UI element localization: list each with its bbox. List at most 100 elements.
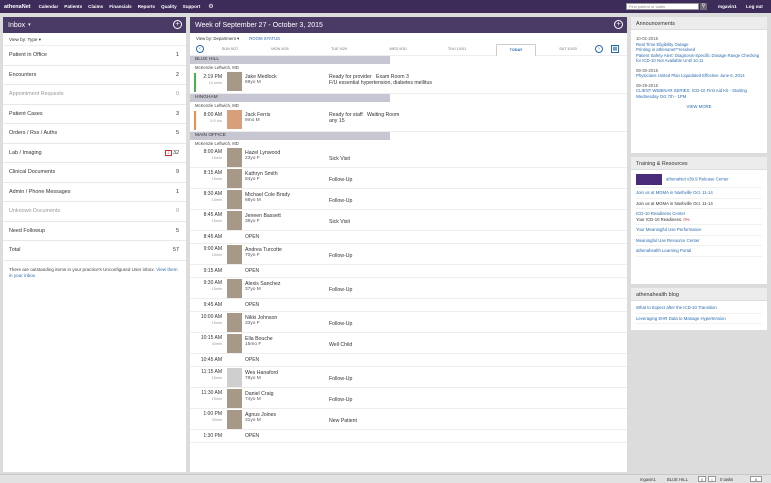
inbox-row-lab-imaging[interactable]: Lab / Imaging 2 32 xyxy=(3,144,186,163)
inbox-row-count: 57 xyxy=(173,247,179,254)
day-wed[interactable]: WED 9/30 xyxy=(378,47,418,51)
day-sat[interactable]: SAT 10/03 xyxy=(548,47,588,51)
open-slot[interactable]: 9:45 AM OPEN xyxy=(190,299,627,312)
appointment-row[interactable]: 9:30 AM 15min Alexis Sanchez 37yo M Follow… xyxy=(190,278,627,299)
appointment-row[interactable]: 10:00 AM 15min Nikki Johnson 33yo F Follow… xyxy=(190,312,627,333)
room-status-link[interactable]: ROOM STATUS xyxy=(249,36,280,41)
inbox-row-need-followup[interactable]: Need Followup 5 xyxy=(3,222,186,241)
nav-patients[interactable]: Patients xyxy=(64,4,82,9)
patient-photo xyxy=(227,190,242,209)
inbox-row-label: Appointment Requests xyxy=(9,91,64,98)
appointment-row[interactable]: 2:19 PM 14 mins Jake Medlock 69yo M Ready … xyxy=(190,71,627,94)
patient-age: 33yo F xyxy=(245,321,260,326)
urgent-flag-badge: 2 xyxy=(165,149,172,156)
day-sun[interactable]: SUN 9/27 xyxy=(210,47,250,51)
visit-type: Sick Visit xyxy=(329,219,350,225)
patient-age: 38yo F xyxy=(245,219,260,224)
icd10-center-link[interactable]: ICD-10 Readiness Center xyxy=(636,211,685,216)
open-slot[interactable]: 8:45 AM OPEN xyxy=(190,231,627,244)
nav-support[interactable]: Support xyxy=(183,4,201,9)
training-panel: Training & Resources athenaNet v39.9 Rel… xyxy=(631,157,767,284)
announcement-link[interactable]: Physicians United Plan Liquidated Effect… xyxy=(636,73,762,79)
training-link[interactable]: Your Meaningful Use Performance xyxy=(636,225,762,236)
department-header: BLUE HILL xyxy=(190,56,390,64)
nav-calendar[interactable]: Calendar xyxy=(39,4,59,9)
open-slot[interactable]: 9:15 AM OPEN xyxy=(190,265,627,278)
day-mon[interactable]: MON 9/28 xyxy=(260,47,300,51)
inbox-row-encounters[interactable]: Encounters 2 xyxy=(3,66,186,85)
day-thu[interactable]: THU 10/01 xyxy=(437,47,477,51)
prev-week-icon[interactable]: ‹ xyxy=(196,45,204,53)
appt-time: 8:45 AM 15min xyxy=(190,210,224,224)
training-link[interactable]: Meaningful Use Resource Center xyxy=(636,236,762,246)
footer-count-badge[interactable]: 0 xyxy=(708,476,716,482)
training-link[interactable]: Join us at MGMA in Nashville Oct. 11-14 xyxy=(636,188,762,199)
inbox-row-count: 2 xyxy=(176,71,179,78)
inbox-view-filter[interactable]: View by: Type ▾ xyxy=(3,33,186,46)
inbox-row-count: 5 xyxy=(176,130,179,137)
blog-link[interactable]: What to Expect after the ICD-10 Transiti… xyxy=(636,303,762,314)
footer-user[interactable]: mgavin1 xyxy=(640,477,656,482)
inbox-row-unknown-documents[interactable]: Unknown Documents 0 xyxy=(3,202,186,222)
nav-quality[interactable]: Quality xyxy=(161,4,177,9)
chevron-down-icon[interactable]: ▾ xyxy=(28,22,31,28)
inbox-row-count: 9 xyxy=(176,169,179,176)
training-item[interactable]: Join us at MGMA in Nashville Oct. 11-14 xyxy=(636,199,762,209)
announcement-link[interactable]: Patient Safety Alert: Diagnosis-Specific… xyxy=(636,53,762,64)
announcement-link[interactable]: CLIENT WEBINAR SERIES: ICD-10 First Aid … xyxy=(636,88,762,99)
appointment-row[interactable]: 9:00 AM 15min Andrea Turcotte 70yo F Follo… xyxy=(190,244,627,265)
calendar-icon[interactable]: ▦ xyxy=(611,45,619,53)
provider-name: McKenzie Leftwich, MD xyxy=(195,103,239,108)
username[interactable]: mgavin1 xyxy=(718,4,737,9)
appointment-row[interactable]: 10:15 AM 30min Ella Bouche 15mo F Well Chi… xyxy=(190,333,627,354)
view-by-department-dropdown[interactable]: View by: Department ▾ xyxy=(196,36,239,41)
footer-tasks[interactable]: 0 tasks xyxy=(720,477,733,482)
inbox-title[interactable]: Inbox xyxy=(8,22,25,29)
logout-link[interactable]: Log out xyxy=(746,4,763,9)
appointment-row[interactable]: 8:45 AM 15min Jeneen Bassett 38yo F Sick V… xyxy=(190,210,627,231)
next-week-icon[interactable]: › xyxy=(595,45,603,53)
view-more-link[interactable]: VIEW MORE xyxy=(631,101,767,112)
open-slot[interactable]: 10:45 AM OPEN xyxy=(190,354,627,367)
footer-department[interactable]: BLUE HILL xyxy=(667,477,688,482)
gear-icon[interactable]: ⚙ xyxy=(208,3,213,10)
inbox-row-admin-phone[interactable]: Admin / Phone Messages 1 xyxy=(3,183,186,202)
day-tue[interactable]: TUE 9/29 xyxy=(319,47,359,51)
inbox-row-appointment-requests[interactable]: Appointment Requests 0 xyxy=(3,85,186,105)
appointment-row[interactable]: 8:00 AM 5.5 hrs Jack Ferris 9mo M Ready fo… xyxy=(190,109,627,132)
department-header: MAIN OFFICE xyxy=(190,132,390,140)
inbox-row-orders[interactable]: Orders / Rxs / Auths 5 xyxy=(3,124,186,144)
brand-logo[interactable]: athenaNet xyxy=(4,4,31,10)
appt-duration: 15min xyxy=(211,218,222,223)
appointment-row[interactable]: 8:15 AM 15min Kathryn Smith 84yo F Follow-… xyxy=(190,168,627,189)
inbox-row-clinical-documents[interactable]: Clinical Documents 9 xyxy=(3,163,186,183)
add-appointment-icon[interactable]: + xyxy=(614,20,623,29)
appt-duration: 15min xyxy=(211,375,222,380)
nav-reports[interactable]: Reports xyxy=(138,4,155,9)
patient-age: 68yo M xyxy=(245,198,261,203)
inbox-row-patient-in-office[interactable]: Patient in Office 1 xyxy=(3,46,186,66)
release-center-label: athenaNet v39.9 Release Center xyxy=(666,176,729,182)
appointment-row[interactable]: 11:15 AM 15min Wes Hanaford 78yo M Follow-… xyxy=(190,367,627,388)
release-center-link[interactable]: athenaNet v39.9 Release Center xyxy=(636,172,762,188)
appointment-row[interactable]: 1:00 PM 30min Agnus Joines 31yo M New Pati… xyxy=(190,409,627,430)
blog-link[interactable]: Leveraging EHR Data to Manage Hypertensi… xyxy=(636,314,762,324)
add-icon[interactable]: + xyxy=(173,20,182,29)
inbox-row-patient-cases[interactable]: Patient Cases 3 xyxy=(3,105,186,124)
search-icon[interactable]: ⚲ xyxy=(700,3,707,10)
nav-financials[interactable]: Financials xyxy=(109,4,131,9)
icd10-readiness[interactable]: ICD-10 Readiness Center Your ICD-10 Readi… xyxy=(636,209,762,225)
appt-time-text: 8:00 AM xyxy=(203,149,222,155)
nav-claims[interactable]: Claims xyxy=(88,4,103,9)
appt-time-text: 2:19 PM xyxy=(203,74,222,80)
footer-count-badge[interactable]: 0 xyxy=(698,476,706,482)
day-today[interactable]: TODAY xyxy=(496,44,536,56)
patient-search-input[interactable]: Find patient or claim xyxy=(626,3,699,10)
footer-count-badge[interactable]: 0 xyxy=(750,476,762,482)
appointment-row[interactable]: 8:30 AM 15min Michael Cole Brady 68yo M Fo… xyxy=(190,189,627,210)
appointment-row[interactable]: 8:00 AM 15min Hazel Lynwood 23yo F Sick Vi… xyxy=(190,147,627,168)
open-slot[interactable]: 1:30 PM OPEN xyxy=(190,430,627,443)
appointment-row[interactable]: 11:30 AM 15min Daniel Craig 74yo M Follow-… xyxy=(190,388,627,409)
training-link[interactable]: athenahealth Learning Portal xyxy=(636,246,762,257)
appt-duration: 15min xyxy=(211,396,222,401)
